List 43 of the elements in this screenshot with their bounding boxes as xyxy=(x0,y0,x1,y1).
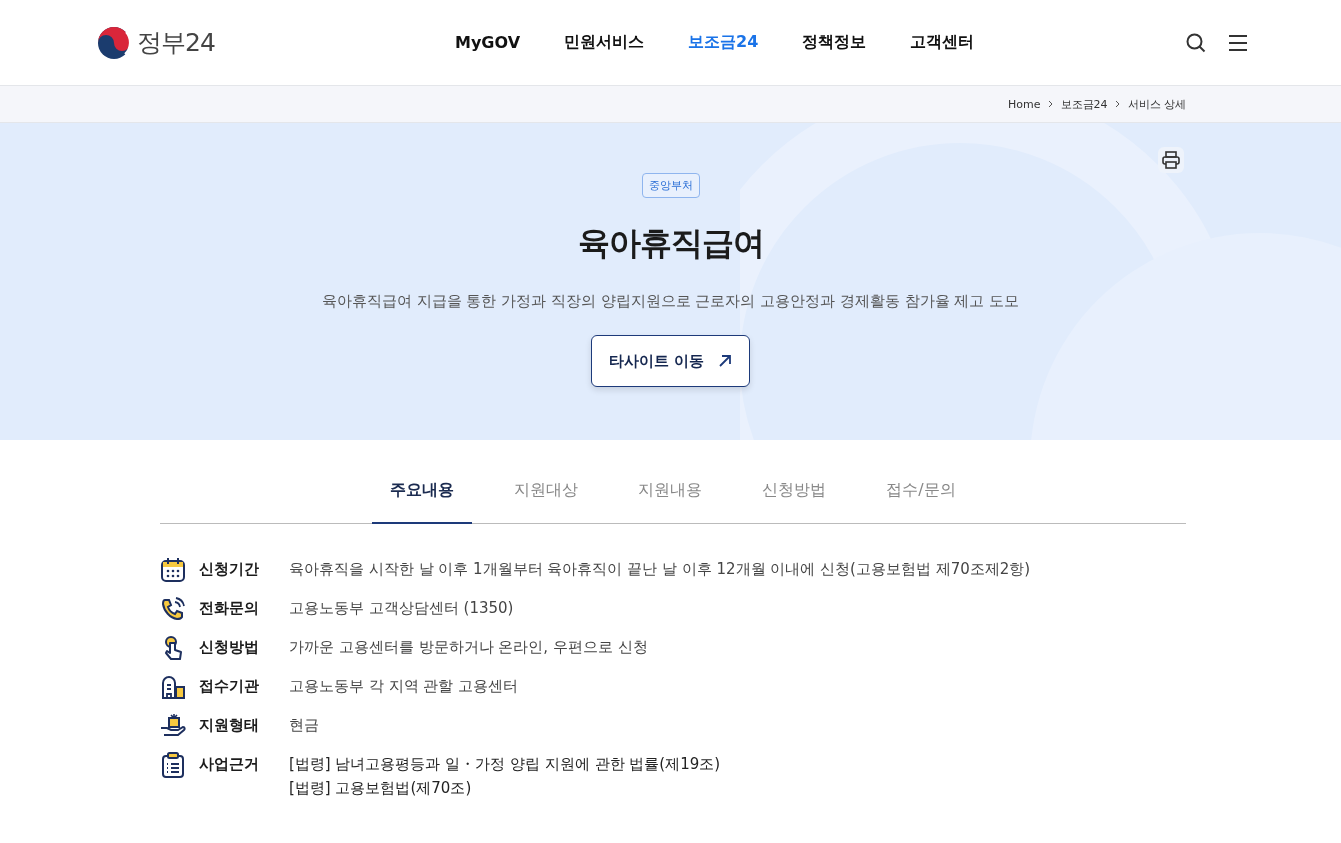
search-icon[interactable] xyxy=(1186,32,1206,53)
detail-value: 가까운 고용센터를 방문하거나 온라인, 우편으로 신청 xyxy=(289,638,648,657)
phone-icon xyxy=(160,596,186,622)
chevron-right-icon xyxy=(1046,100,1055,108)
external-site-button[interactable]: 타사이트 이동 xyxy=(591,335,750,387)
detail-label: 신청기간 xyxy=(199,560,260,579)
category-badge: 중앙부처 xyxy=(641,173,700,198)
nav-link[interactable]: MyGOV xyxy=(455,32,521,53)
breadcrumb-link[interactable]: Home xyxy=(1008,97,1041,111)
section-tab[interactable]: 신청방법 xyxy=(744,480,845,524)
nav-link[interactable]: 민원서비스 xyxy=(564,32,645,53)
menu-icon[interactable] xyxy=(1228,33,1248,52)
nav-link[interactable]: 보조금24 xyxy=(688,32,759,53)
arrow-up-right-icon xyxy=(718,354,733,368)
detail-value: 현금 xyxy=(289,716,319,735)
section-tab[interactable]: 주요내용 xyxy=(372,480,473,524)
detail-value: 육아휴직을 시작한 날 이후 1개월부터 육아휴직이 끝난 날 이후 12개월 이내에 신청(고용보험법 제70조제2항) xyxy=(289,560,1031,579)
print-button[interactable] xyxy=(1158,147,1184,173)
hand-with-gift-icon xyxy=(160,713,186,739)
calendar-icon xyxy=(160,557,186,583)
detail-value: 고용노동부 각 지역 관할 고용센터 xyxy=(289,677,519,696)
nav-link[interactable]: 정책정보 xyxy=(802,32,867,53)
chevron-right-icon xyxy=(1113,100,1122,108)
logo-emblem-icon xyxy=(97,25,131,60)
logo-text[interactable]: 정부24 xyxy=(137,26,215,59)
section-tab[interactable]: 지원대상 xyxy=(496,480,597,524)
detail-label: 지원형태 xyxy=(199,716,260,735)
detail-label: 사업근거 xyxy=(199,755,260,774)
detail-label: 신청방법 xyxy=(199,638,260,657)
section-tab[interactable]: 접수/문의 xyxy=(868,480,974,524)
section-tab[interactable]: 지원내용 xyxy=(620,480,721,524)
building-icon xyxy=(160,674,186,700)
detail-value: 고용노동부 고객상담센터 (1350) xyxy=(289,599,514,618)
breadcrumb-link[interactable]: 보조금24 xyxy=(1060,96,1108,112)
breadcrumb-link[interactable]: 서비스 상세 xyxy=(1127,96,1186,112)
service-description: 육아휴직급여 지급을 통한 가정과 직장의 양립지원으로 근로자의 고용안정과 경제활동 참가율 제고 도모 xyxy=(321,292,1020,311)
detail-label: 접수기관 xyxy=(199,677,260,696)
clipboard-list-icon xyxy=(160,752,186,778)
detail-value: [법령] 고용보험법(제70조) xyxy=(289,779,473,798)
service-title: 육아휴직급여 xyxy=(577,223,764,264)
nav-link[interactable]: 고객센터 xyxy=(910,32,975,53)
detail-value: [법령] 남녀고용평등과 일・가정 양립 지원에 관한 법률(제19조) xyxy=(289,755,721,774)
detail-label: 전화문의 xyxy=(199,599,260,618)
